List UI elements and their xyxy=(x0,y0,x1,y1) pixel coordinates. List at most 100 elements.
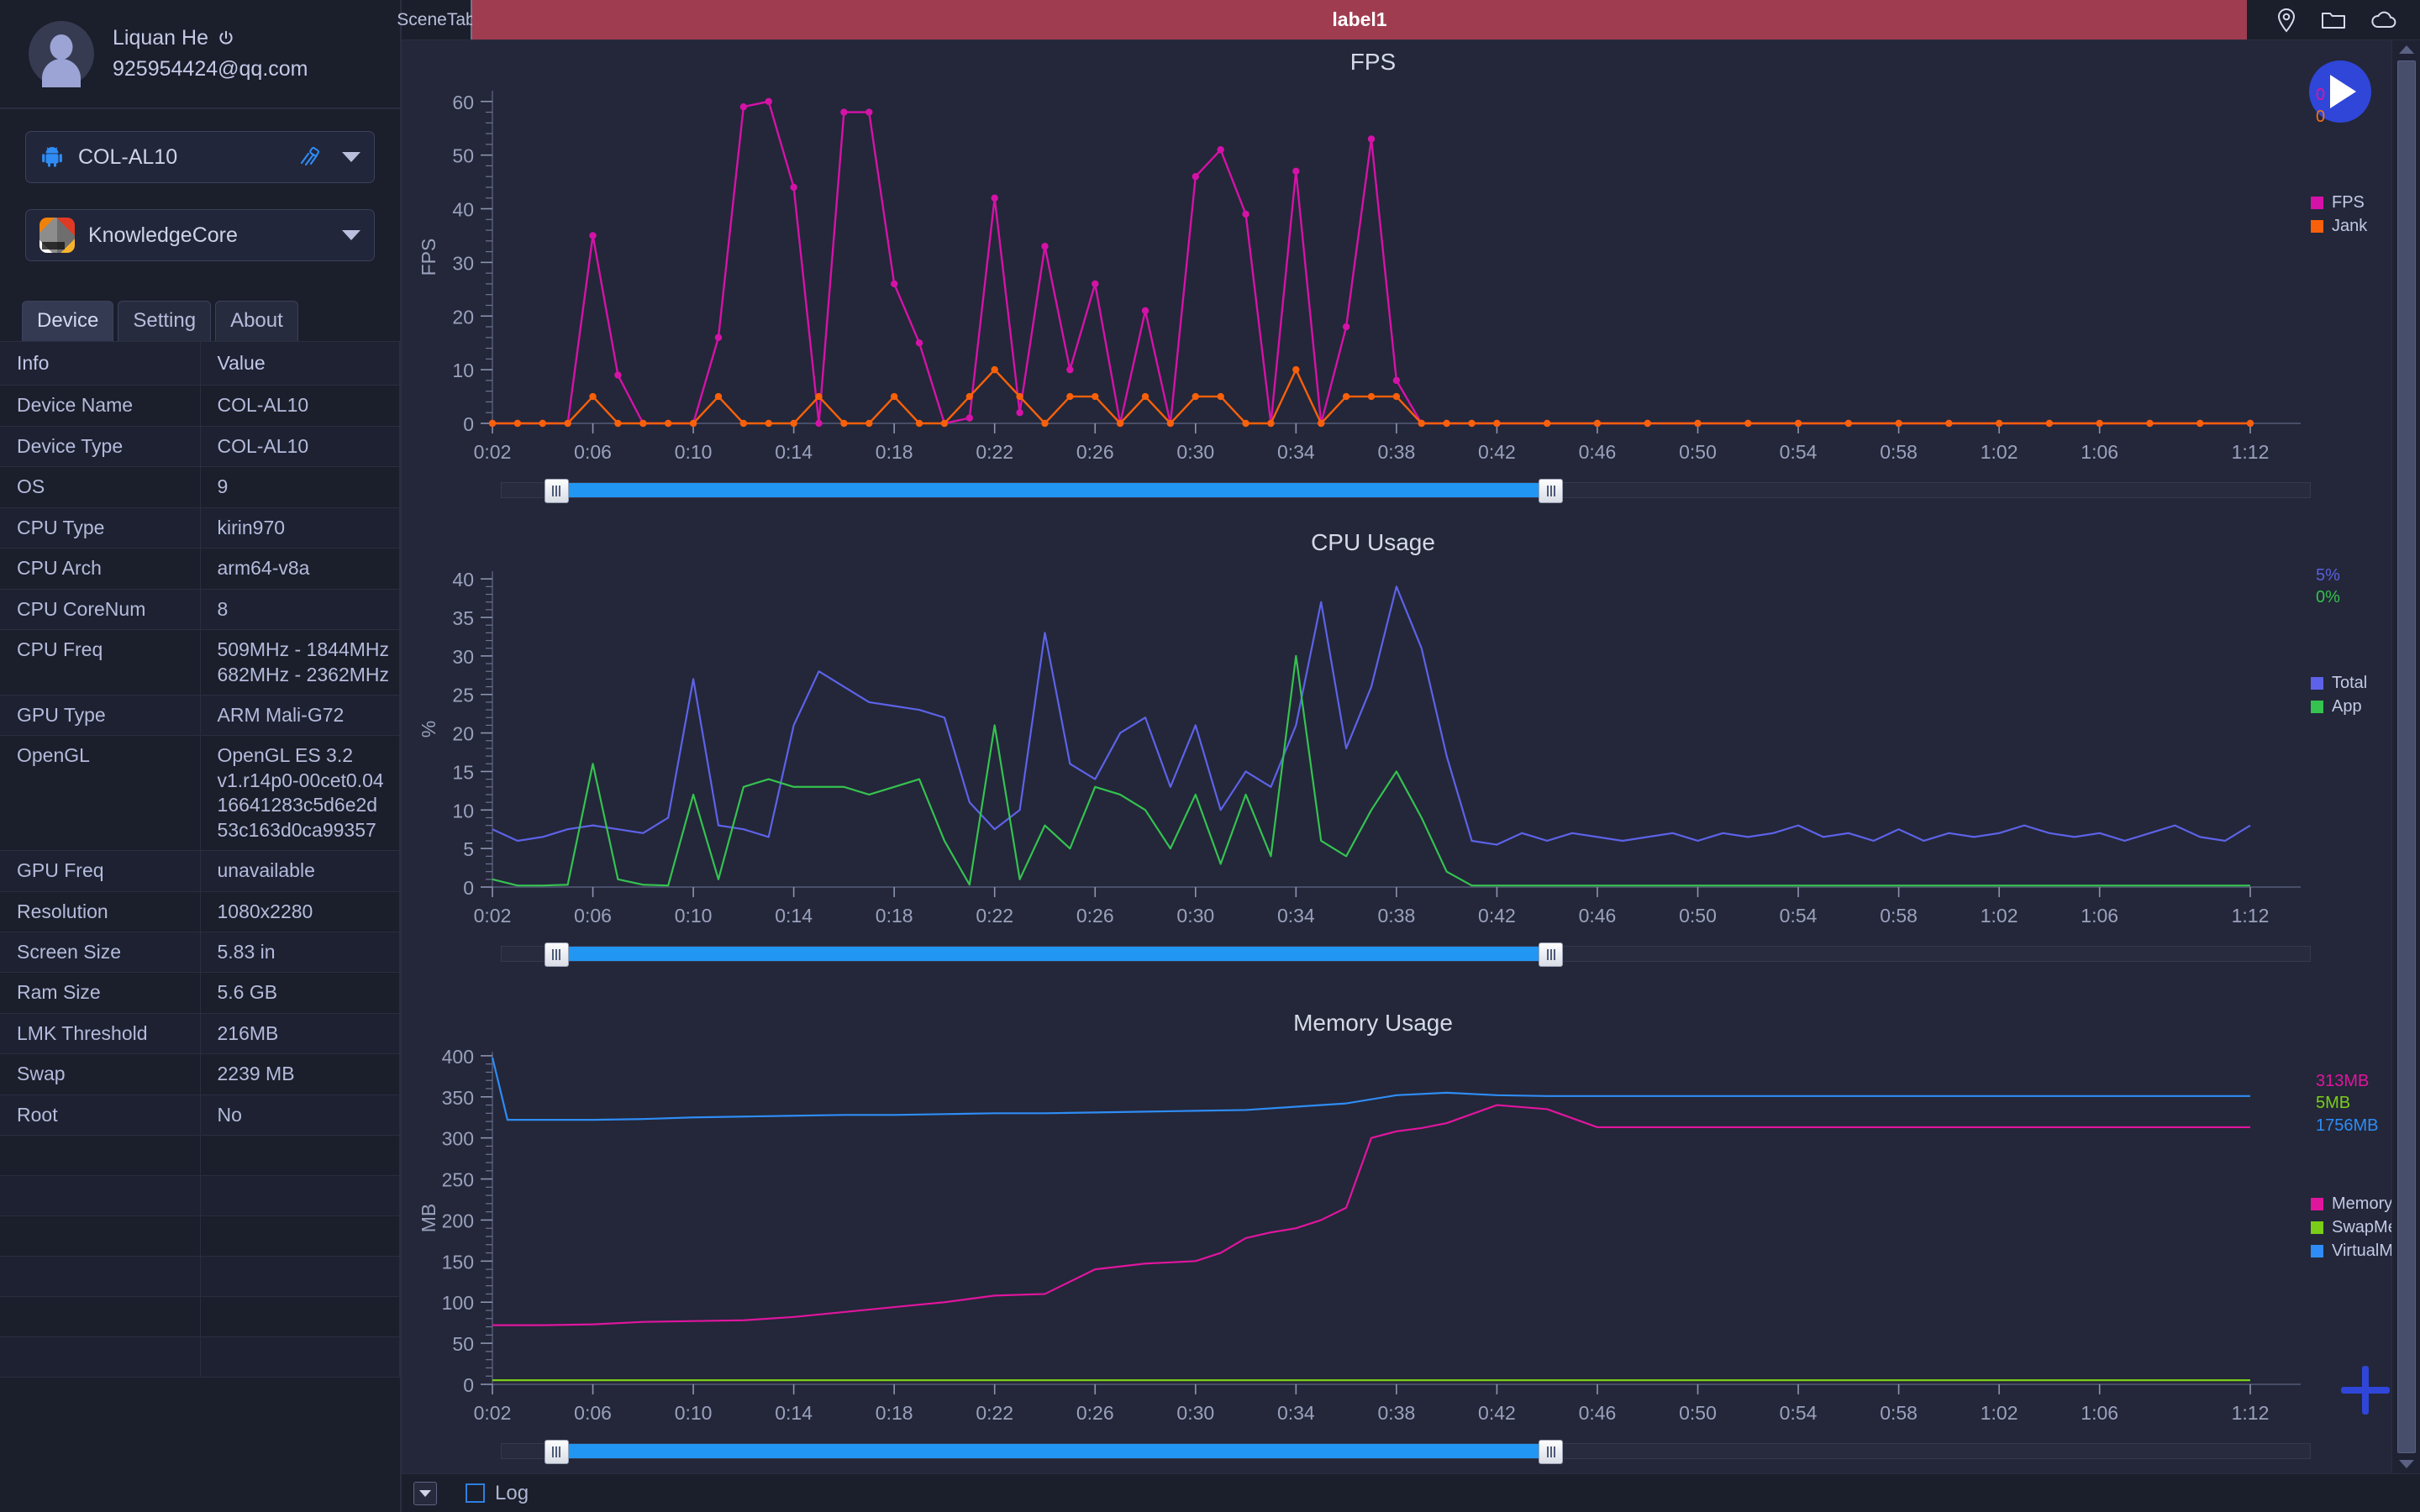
slider-track[interactable] xyxy=(501,479,2311,503)
scene-label-bar[interactable]: label1 xyxy=(472,0,2247,39)
scroll-down-icon[interactable] xyxy=(2398,1460,2414,1468)
chart-current-values: 313MB 5MB 1756MB xyxy=(2316,1070,2379,1137)
legend-label: Memory xyxy=(2332,1194,2393,1213)
table-cell-info: GPU Freq xyxy=(0,850,201,892)
svg-text:%: % xyxy=(418,721,439,738)
slider-handle-left[interactable] xyxy=(544,942,569,967)
app-selector-chevron-down-icon[interactable] xyxy=(342,230,360,240)
legend-swatch xyxy=(2311,677,2323,690)
svg-text:0:54: 0:54 xyxy=(1780,1402,1818,1424)
legend-swatch xyxy=(2311,1221,2323,1234)
bottom-dropdown-button[interactable] xyxy=(413,1481,437,1505)
table-header-value: Value xyxy=(200,340,400,386)
svg-text:1:12: 1:12 xyxy=(2232,905,2270,927)
svg-text:0:06: 0:06 xyxy=(574,905,612,927)
svg-text:200: 200 xyxy=(442,1210,474,1231)
scrollbar-thumb[interactable] xyxy=(2396,60,2416,1453)
svg-text:20: 20 xyxy=(452,723,474,745)
legend-swatch xyxy=(2311,197,2323,209)
legend-item[interactable]: Total xyxy=(2311,674,2367,693)
legend-swatch xyxy=(2311,701,2323,713)
topbar: SceneTab label1 xyxy=(397,0,2420,40)
location-pin-icon[interactable] xyxy=(2275,8,2297,33)
app-selector[interactable]: KnowledgeCore xyxy=(25,209,375,261)
table-row: GPU Type ARM Mali-G72 xyxy=(0,694,400,737)
slider-track[interactable] xyxy=(501,1440,2311,1464)
table-cell-empty xyxy=(200,1256,400,1298)
svg-text:0:58: 0:58 xyxy=(1880,905,1918,927)
table-cell-info: Device Name xyxy=(0,385,201,427)
table-cell-info: CPU CoreNum xyxy=(0,588,201,631)
svg-text:10: 10 xyxy=(452,800,474,822)
legend-item[interactable]: FPS xyxy=(2311,193,2367,213)
svg-text:0:18: 0:18 xyxy=(876,905,913,927)
slider-handle-right[interactable] xyxy=(1539,942,1564,967)
tab-device[interactable]: Device xyxy=(22,301,114,341)
svg-text:0:38: 0:38 xyxy=(1378,905,1416,927)
profile-email: 925954424@qq.com xyxy=(113,57,308,81)
svg-text:150: 150 xyxy=(442,1251,474,1273)
legend-item[interactable]: Jank xyxy=(2311,217,2367,236)
svg-text:0:30: 0:30 xyxy=(1176,441,1214,463)
chart-plot: 0 50 100 150 200 250 300 350 400 MB 0:02 0:06 0:10 0:… xyxy=(418,1046,2301,1424)
slider-track[interactable] xyxy=(501,942,2311,967)
chart-current-values: 00 xyxy=(2316,84,2325,129)
table-cell-info: Root xyxy=(0,1094,201,1137)
legend-item[interactable]: App xyxy=(2311,697,2367,717)
slider-handle-right[interactable] xyxy=(1539,1440,1564,1464)
svg-text:0:14: 0:14 xyxy=(775,441,813,463)
cloud-icon[interactable] xyxy=(2370,10,2398,30)
svg-text:1:02: 1:02 xyxy=(1981,1402,2018,1424)
device-selector[interactable]: COL-AL10 xyxy=(25,131,375,183)
svg-text:0:18: 0:18 xyxy=(876,1402,913,1424)
svg-text:0:26: 0:26 xyxy=(1076,905,1114,927)
svg-text:0:14: 0:14 xyxy=(775,905,813,927)
app-icon xyxy=(39,218,75,253)
tab-about[interactable]: About xyxy=(215,301,298,341)
table-cell-info: OpenGL xyxy=(0,735,201,852)
svg-text:0:42: 0:42 xyxy=(1478,905,1516,927)
table-cell-empty xyxy=(200,1135,400,1177)
table-cell-empty xyxy=(0,1296,201,1338)
scroll-up-icon[interactable] xyxy=(2398,45,2414,54)
time-range-slider[interactable] xyxy=(402,1440,2420,1464)
log-label: Log xyxy=(495,1481,529,1504)
log-checkbox[interactable] xyxy=(466,1483,485,1503)
svg-text:60: 60 xyxy=(452,92,474,113)
chart-legend: Total App xyxy=(2311,674,2367,721)
table-cell-empty xyxy=(0,1336,201,1378)
scene-tab[interactable]: SceneTab xyxy=(397,0,476,39)
main-panel: SceneTab label1 FPS 0 10 20 30 40 50 60 FPS 0:02 0… xyxy=(397,0,2420,1512)
app-root: Liquan He 925954424@qq.com COL-AL10 Know… xyxy=(0,0,2420,1512)
legend-label: Total xyxy=(2332,674,2368,692)
slider-handle-left[interactable] xyxy=(544,479,569,503)
slider-handle-right[interactable] xyxy=(1539,479,1564,503)
avatar xyxy=(29,21,94,87)
svg-text:0:58: 0:58 xyxy=(1880,1402,1918,1424)
table-cell-value: 2239 MB xyxy=(200,1053,400,1095)
table-filler-row xyxy=(0,1336,400,1378)
chart-cpu-usage: CPU Usage 0 5 10 15 20 25 30 35 40% 0:02 0:06 0:10 0:… xyxy=(402,521,2420,1001)
svg-text:0: 0 xyxy=(463,1374,474,1396)
table-cell-info: Screen Size xyxy=(0,931,201,974)
chart-current-values: 5% 0% xyxy=(2316,564,2340,609)
table-row: Screen Size 5.83 in xyxy=(0,931,400,974)
svg-text:0:06: 0:06 xyxy=(574,1402,612,1424)
log-checkbox-wrap[interactable]: Log xyxy=(466,1482,529,1505)
folder-icon[interactable] xyxy=(2321,9,2346,31)
time-range-slider[interactable] xyxy=(402,942,2420,967)
table-cell-empty xyxy=(200,1215,400,1257)
table-cell-value: 8 xyxy=(200,588,400,631)
power-icon[interactable] xyxy=(217,29,235,48)
tab-setting[interactable]: Setting xyxy=(118,301,212,341)
main-scrollbar[interactable] xyxy=(2391,40,2420,1473)
table-filler-row xyxy=(0,1175,400,1217)
slider-handle-left[interactable] xyxy=(544,1440,569,1464)
svg-text:300: 300 xyxy=(442,1128,474,1150)
device-selector-chevron-down-icon[interactable] xyxy=(342,152,360,162)
link-icon[interactable] xyxy=(297,146,322,168)
svg-text:0:10: 0:10 xyxy=(675,905,713,927)
svg-text:0:22: 0:22 xyxy=(976,905,1013,927)
svg-text:30: 30 xyxy=(452,646,474,668)
time-range-slider[interactable] xyxy=(402,479,2420,503)
